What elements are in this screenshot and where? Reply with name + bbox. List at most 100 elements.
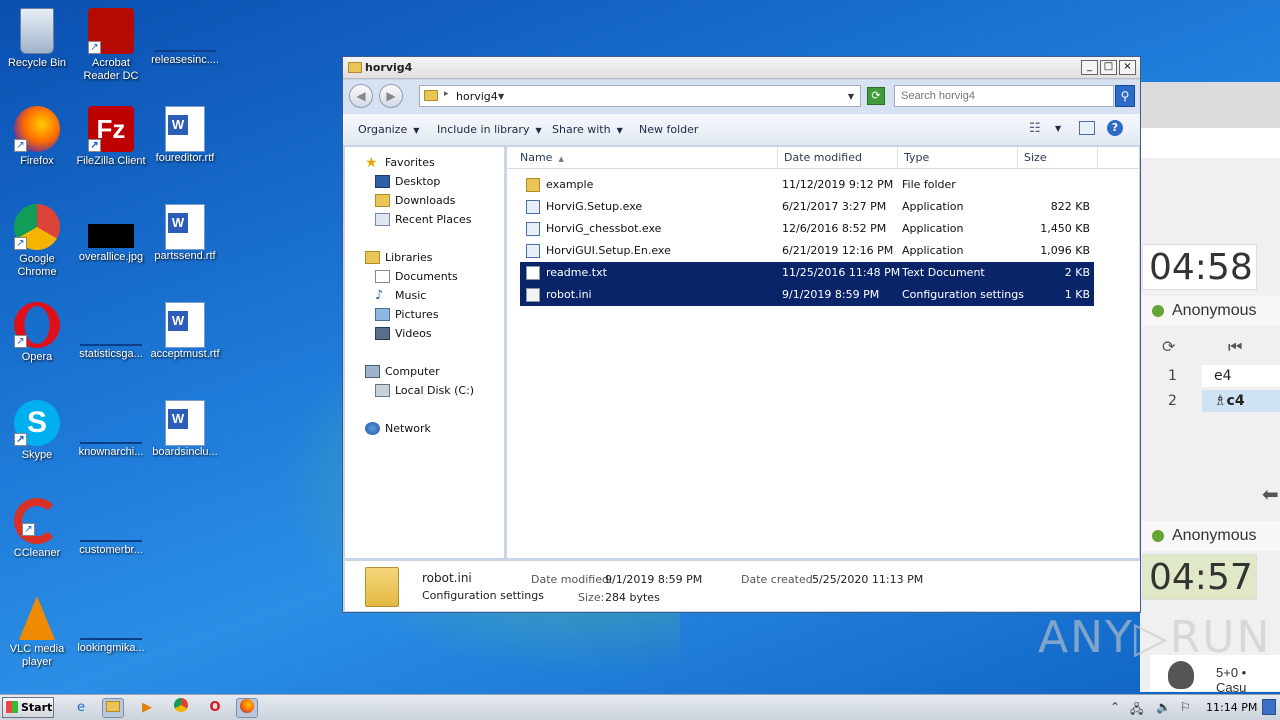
desktop-icon-foureditor[interactable]: foureditor.rtf — [148, 106, 222, 165]
desktop-icon-releasesinc[interactable]: releasesinc.... — [148, 8, 222, 67]
nav-music[interactable]: ♪ Music — [375, 287, 426, 305]
forward-button[interactable]: ▶ — [379, 84, 403, 108]
file-row-horvig-setup[interactable]: HorviG.Setup.exe 6/21/2017 3:27 PM Appli… — [520, 196, 1094, 218]
file-row-readme[interactable]: readme.txt 11/25/2016 11:48 PM Text Docu… — [520, 262, 1094, 284]
nav-network[interactable]: Network — [365, 420, 431, 438]
ccleaner-icon: ↗ — [14, 498, 60, 544]
file-type: Configuration settings — [902, 288, 1024, 301]
chrome-icon: ↗ — [14, 204, 60, 250]
maximize-button[interactable]: □ — [1100, 60, 1117, 75]
organize-button[interactable]: Organize ▼ — [358, 123, 419, 136]
nav-videos[interactable]: Videos — [375, 325, 432, 343]
new-folder-button[interactable]: New folder — [639, 123, 698, 136]
online-dot-icon — [1152, 530, 1164, 542]
desktop-icon-vlc[interactable]: VLC media player — [0, 596, 74, 669]
title-bar[interactable]: horvig4 _ □ × — [343, 57, 1140, 79]
move-1-white[interactable]: e4 — [1202, 365, 1280, 387]
text-document-icon — [526, 266, 540, 280]
chrome-taskbar-icon[interactable] — [170, 698, 192, 718]
first-move-icon[interactable]: ⏮ — [1228, 337, 1242, 357]
nav-recent-places[interactable]: Recent Places — [375, 211, 472, 229]
show-hidden-icons[interactable]: ⌃ — [1110, 700, 1120, 714]
breadcrumb-horvig4[interactable]: horvig4 — [456, 90, 498, 103]
search-input[interactable] — [894, 85, 1114, 107]
refresh-button[interactable]: ⟳ — [867, 87, 885, 105]
nav-desktop[interactable]: Desktop — [375, 173, 440, 191]
desktop-icon-customerbr[interactable]: customerbr... — [74, 498, 148, 557]
show-desktop-button[interactable] — [1262, 699, 1276, 715]
desktop-icon-overallice[interactable]: overallice.jpg — [74, 204, 148, 264]
file-row-horvigui-setup[interactable]: HorviGUI.Setup.En.exe 6/21/2019 12:16 PM… — [520, 240, 1094, 262]
details-file-type: Configuration settings — [422, 589, 544, 602]
chevron-down-icon[interactable]: ▼ — [498, 92, 504, 101]
nav-local-disk[interactable]: Local Disk (C:) — [375, 382, 474, 400]
nav-libraries[interactable]: Libraries — [365, 249, 433, 267]
close-button[interactable]: × — [1119, 60, 1136, 75]
desktop-icon-filezilla[interactable]: Fz ↗ FileZilla Client — [74, 106, 148, 168]
action-center-flag-icon[interactable]: ⚐ — [1180, 700, 1191, 714]
column-date-modified[interactable]: Date modified — [778, 147, 898, 169]
nav-favorites[interactable]: ★ Favorites — [365, 154, 435, 172]
navigation-pane: ★ Favorites Desktop Downloads Recent Pla… — [345, 147, 505, 558]
file-row-robot-ini[interactable]: robot.ini 9/1/2019 8:59 PM Configuration… — [520, 284, 1094, 306]
preview-pane-icon[interactable] — [1079, 121, 1095, 135]
share-with-button[interactable]: Share with ▼ — [552, 123, 623, 136]
move-2-white[interactable]: ♗c4 — [1202, 390, 1280, 412]
firefox-taskbar-icon[interactable] — [236, 698, 258, 718]
start-button[interactable]: Start — [2, 697, 54, 718]
desktop-icon-statisticsga[interactable]: statisticsga... — [74, 302, 148, 361]
nav-computer[interactable]: Computer — [365, 363, 440, 381]
include-in-library-button[interactable]: Include in library ▼ — [437, 123, 542, 136]
bottom-player[interactable]: Anonymous — [1142, 521, 1280, 551]
history-dropdown-icon[interactable]: ▼ — [848, 92, 854, 101]
details-date-modified-label: Date modified: — [531, 573, 613, 586]
flip-board-icon[interactable]: ⟳ — [1162, 337, 1175, 356]
chevron-down-icon[interactable]: ▼ — [1055, 124, 1061, 133]
media-player-taskbar-icon[interactable]: ▶ — [136, 698, 158, 718]
back-button[interactable]: ◀ — [349, 84, 373, 108]
back-arrow-icon[interactable]: ⬅ — [1262, 482, 1279, 506]
desktop-icon-recycle-bin[interactable]: Recycle Bin — [0, 8, 74, 70]
opera-taskbar-icon[interactable]: O — [204, 698, 226, 718]
desktop-icon-firefox[interactable]: ↗ Firefox — [0, 106, 74, 168]
top-player[interactable]: Anonymous — [1142, 296, 1280, 326]
desktop-icon-opera[interactable]: ↗ Opera — [0, 302, 74, 364]
desktop-icon-acceptmust[interactable]: acceptmust.rtf — [148, 302, 222, 361]
taskbar-clock[interactable]: 11:14 PM — [1206, 701, 1257, 714]
network-tray-icon[interactable]: 🖧 — [1130, 700, 1143, 720]
nav-pictures[interactable]: Pictures — [375, 306, 439, 324]
desktop-icon-skype[interactable]: S ↗ Skype — [0, 400, 74, 462]
view-options-icon[interactable]: ☷ — [1029, 121, 1041, 136]
help-icon[interactable]: ? — [1107, 120, 1123, 136]
desktop-icon-knownarchi[interactable]: knownarchi... — [74, 400, 148, 459]
skype-icon: S ↗ — [14, 400, 60, 446]
recent-places-icon — [375, 213, 390, 226]
bottom-clock: 04:57 — [1142, 554, 1257, 600]
nav-documents[interactable]: Documents — [375, 268, 458, 286]
explorer-taskbar-icon[interactable] — [102, 698, 124, 718]
desktop-icon-boardsinclu[interactable]: boardsinclu... — [148, 400, 222, 459]
desktop-icon-chrome[interactable]: ↗ Google Chrome — [0, 204, 74, 279]
address-bar[interactable]: ▸ horvig4 ▼ ▼ — [419, 85, 861, 107]
ie-taskbar-icon[interactable]: e — [70, 698, 92, 718]
search-icon[interactable]: ⚲ — [1115, 85, 1135, 107]
column-type[interactable]: Type — [898, 147, 1018, 169]
desktop-icon-lookingmika[interactable]: lookingmika... — [74, 596, 148, 655]
volume-icon[interactable]: 🔈 — [1156, 700, 1171, 714]
column-name[interactable]: Name ▲ — [514, 147, 778, 169]
network-icon — [365, 422, 380, 435]
file-row-horvig-chessbot[interactable]: HorviG_chessbot.exe 12/6/2016 8:52 PM Ap… — [520, 218, 1094, 240]
nav-downloads[interactable]: Downloads — [375, 192, 455, 210]
application-icon — [526, 200, 540, 214]
desktop-icon-acrobat[interactable]: ↗ Acrobat Reader DC — [74, 8, 148, 83]
file-row-example[interactable]: example 11/12/2019 9:12 PM File folder — [520, 174, 1094, 196]
word-document-icon — [165, 302, 205, 348]
word-document-icon — [165, 400, 205, 446]
desktop-icon-partssend[interactable]: partssend.rtf — [148, 204, 222, 263]
desktop-icon-ccleaner[interactable]: ↗ CCleaner — [0, 498, 74, 560]
chevron-down-icon: ▼ — [616, 126, 623, 135]
command-bar: Organize ▼ Include in library ▼ Share with… — [343, 114, 1140, 146]
game-info-card[interactable]: 5+0 • Casu — [1150, 655, 1280, 695]
minimize-button[interactable]: _ — [1081, 60, 1098, 75]
column-size[interactable]: Size — [1018, 147, 1098, 169]
